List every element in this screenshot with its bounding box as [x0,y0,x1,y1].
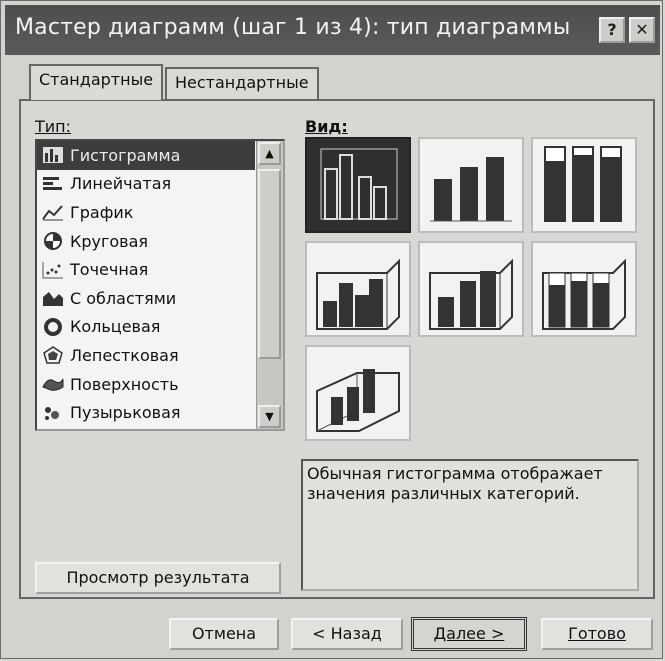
list-item-label: С областями [70,288,177,308]
next-button[interactable]: Далее > [411,617,527,651]
100-stacked-3d-column-icon [542,258,626,330]
list-item[interactable]: Линейчатая [37,170,255,199]
subtype-grid [305,137,640,443]
list-item-label: Линейчатая [70,174,172,194]
type-label-text: Тип: [35,117,72,136]
close-button[interactable]: ✕ [629,17,655,43]
list-item-label: Гистограмма [70,145,181,165]
chart-wizard-dialog: Мастер диаграмм (шаг 1 из 4): тип диагра… [0,0,663,659]
radar-chart-icon [43,346,63,365]
stacked-3d-column-icon [429,258,513,330]
subtype-stacked-3d[interactable] [418,241,524,337]
bubble-chart-icon [45,406,59,420]
list-item-label: Круговая [70,231,149,251]
list-item-label: Точечная [70,260,149,280]
list-item-label: Кольцевая [70,317,161,337]
doughnut-chart-icon [44,317,62,336]
subtype-stacked-column[interactable] [418,137,524,233]
area-chart-icon [43,292,63,307]
100-stacked-column-icon [544,146,622,222]
list-item[interactable]: Гистограмма [37,141,255,170]
scroll-up-icon[interactable]: ▲ [258,142,281,165]
stacked-column-icon [430,157,512,222]
tab-standard[interactable]: Стандартные [29,64,164,100]
list-item[interactable]: Пузырьковая [37,398,255,427]
list-item[interactable]: Круговая [37,227,255,256]
list-item[interactable]: Поверхность [37,370,255,399]
window-title: Мастер диаграмм (шаг 1 из 4): тип диагра… [15,15,571,40]
scroll-thumb[interactable] [258,169,281,359]
list-item[interactable]: Лепестковая [37,341,255,370]
column-chart-icon [43,147,63,164]
subtype-clustered-column[interactable] [305,137,411,233]
surface-chart-icon [42,378,64,391]
line-chart-icon [42,205,63,221]
list-item[interactable]: С областями [37,284,255,313]
scatter-chart-icon [42,261,63,279]
list-item-label: Поверхность [70,374,179,394]
subtype-description: Обычная гистограмма отображает значения … [301,459,639,591]
chart-type-list[interactable]: Гистограмма Линейчатая График Круговая Т… [35,139,285,431]
clustered-3d-column-icon [316,258,400,330]
subtype-100-stacked-3d[interactable] [531,241,637,337]
finish-button[interactable]: Готово [541,618,653,650]
pie-chart-icon [44,232,62,251]
help-button[interactable]: ? [599,17,625,43]
title-bar: Мастер диаграмм (шаг 1 из 4): тип диагра… [5,5,660,55]
list-item[interactable]: Точечная [37,255,255,284]
cancel-button[interactable]: Отмена [169,618,279,650]
list-item[interactable]: График [37,198,255,227]
3d-column-icon [316,369,400,432]
subtype-100-stacked-column[interactable] [531,137,637,233]
list-scrollbar[interactable]: ▲ ▼ [256,141,283,429]
list-item[interactable]: Кольцевая [37,313,255,342]
next-button-label: Далее > [433,624,505,643]
preview-button[interactable]: Просмотр результата [35,562,281,594]
tab-custom[interactable]: Нестандартные [165,67,319,99]
clustered-column-icon [320,148,398,220]
list-item-label: Лепестковая [70,345,179,365]
subtype-label-text: Вид: [305,117,348,136]
subtype-label: Вид: [305,117,348,136]
subtype-3d-column[interactable] [305,345,411,441]
subtype-clustered-3d[interactable] [305,241,411,337]
back-button[interactable]: < Назад [291,618,403,650]
scroll-down-icon[interactable]: ▼ [258,405,281,428]
list-item-label: Пузырьковая [70,403,181,423]
list-item-label: График [70,202,134,222]
type-label: Тип: [35,117,71,136]
bar-chart-icon [43,176,62,190]
finish-button-label: Готово [568,624,626,643]
preview-button-label: Просмотр результата [66,568,250,587]
